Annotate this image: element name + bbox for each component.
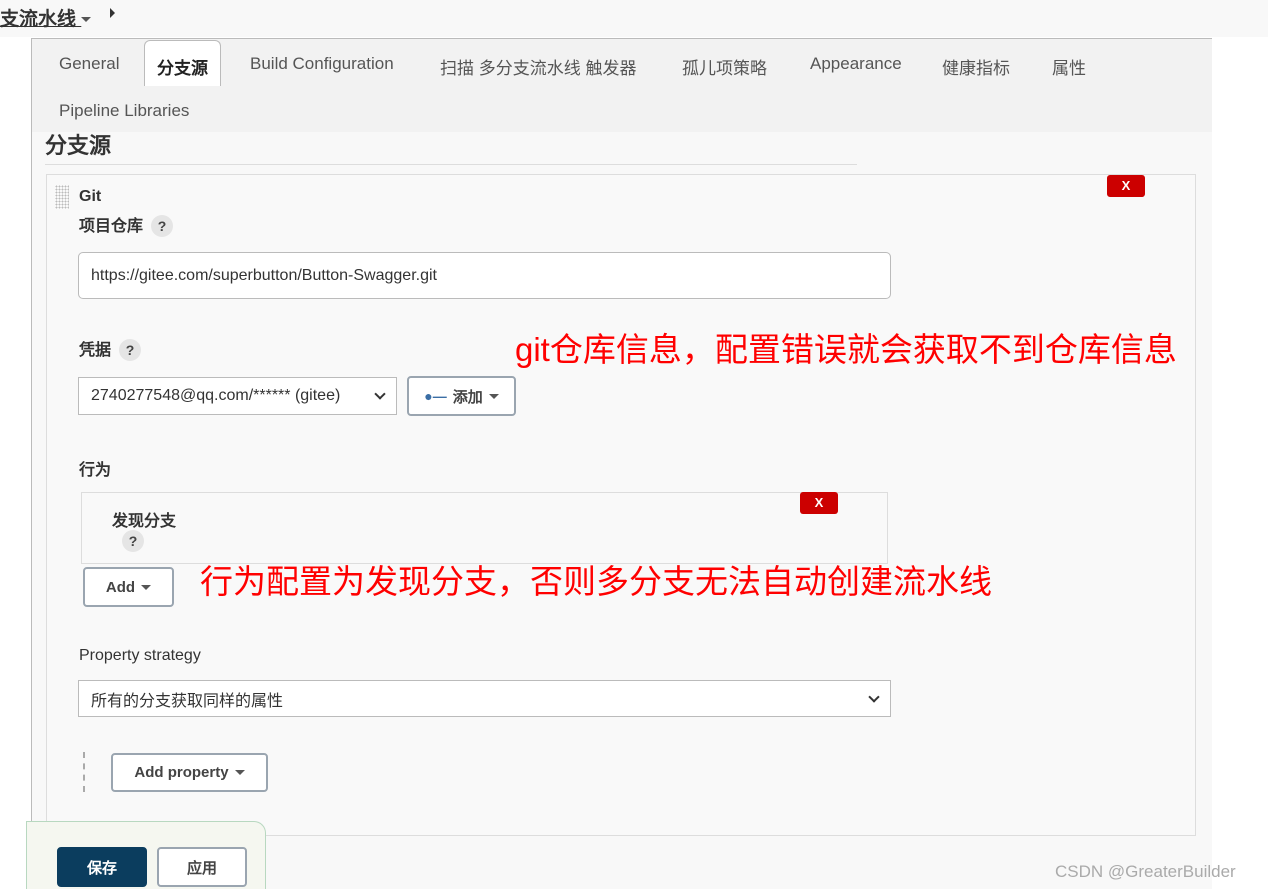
- credentials-select[interactable]: 2740277548@qq.com/****** (gitee): [78, 377, 397, 415]
- behavior-item-box: [81, 492, 888, 564]
- behavior-label: 行为: [79, 462, 112, 479]
- delete-git-button[interactable]: X: [1107, 175, 1145, 197]
- help-icon[interactable]: ?: [119, 339, 142, 361]
- repo-url-input[interactable]: https://gitee.com/superbutton/Button-Swa…: [78, 252, 891, 299]
- chevron-down-icon: [868, 690, 880, 703]
- add-property-button[interactable]: Add property: [111, 753, 268, 792]
- breadcrumb-item[interactable]: 支流水线: [0, 4, 92, 31]
- tab-appearance[interactable]: Appearance: [810, 54, 902, 74]
- tab-orphan-strategy[interactable]: 孤儿项策略: [682, 54, 767, 79]
- repo-label: 项目仓库: [79, 218, 144, 235]
- git-title: Git: [79, 188, 102, 205]
- add-label: 添加: [452, 388, 483, 406]
- add-property-label: Add property: [134, 764, 229, 781]
- tab-scan-triggers[interactable]: 扫描 多分支流水线 触发器: [440, 54, 636, 79]
- add-behavior-button[interactable]: Add: [83, 567, 174, 607]
- help-icon[interactable]: ?: [122, 530, 144, 552]
- property-strategy-select[interactable]: 所有的分支获取同样的属性: [78, 680, 891, 717]
- delete-behavior-button[interactable]: X: [800, 492, 838, 514]
- chevron-down-icon: [374, 388, 386, 400]
- credentials-value: 2740277548@qq.com/****** (gitee): [91, 387, 341, 404]
- caret-down-icon: [141, 584, 152, 590]
- chevron-right-icon: [110, 8, 115, 18]
- watermark: CSDN @GreaterBuilder: [1055, 862, 1236, 881]
- breadcrumb-label: 支流水线: [0, 9, 77, 30]
- caret-down-icon: [234, 770, 245, 775]
- tab-health-metrics[interactable]: 健康指标: [942, 54, 1010, 79]
- annotation-repo: git仓库信息，配置错误就会获取不到仓库信息: [515, 331, 1177, 368]
- tab-properties[interactable]: 属性: [1052, 54, 1086, 79]
- key-icon: ●—: [424, 388, 447, 404]
- credentials-label: 凭据: [79, 342, 112, 359]
- caret-down-icon[interactable]: [81, 17, 92, 23]
- tab-branch-sources[interactable]: 分支源: [144, 40, 221, 86]
- apply-button[interactable]: 应用: [157, 847, 247, 887]
- help-icon[interactable]: ?: [151, 215, 174, 237]
- behavior-item-title: 发现分支: [112, 513, 177, 530]
- section-title: 分支源: [45, 128, 857, 165]
- tab-build-configuration[interactable]: Build Configuration: [250, 54, 394, 74]
- save-button[interactable]: 保存: [57, 847, 147, 887]
- caret-down-icon: [488, 393, 499, 399]
- tab-pipeline-libraries[interactable]: Pipeline Libraries: [59, 101, 189, 121]
- property-strategy-value: 所有的分支获取同样的属性: [91, 692, 284, 710]
- tab-bar: General 分支源 Build Configuration 扫描 多分支流水…: [32, 39, 1212, 132]
- tab-general[interactable]: General: [59, 54, 119, 74]
- property-strategy-label: Property strategy: [79, 647, 201, 664]
- divider: [83, 752, 85, 792]
- drag-handle-icon[interactable]: [55, 185, 69, 209]
- add-label: Add: [105, 578, 136, 596]
- add-credentials-button[interactable]: ●— 添加: [407, 376, 516, 416]
- annotation-behavior: 行为配置为发现分支，否则多分支无法自动创建流水线: [200, 563, 992, 600]
- top-bar: [0, 0, 1268, 37]
